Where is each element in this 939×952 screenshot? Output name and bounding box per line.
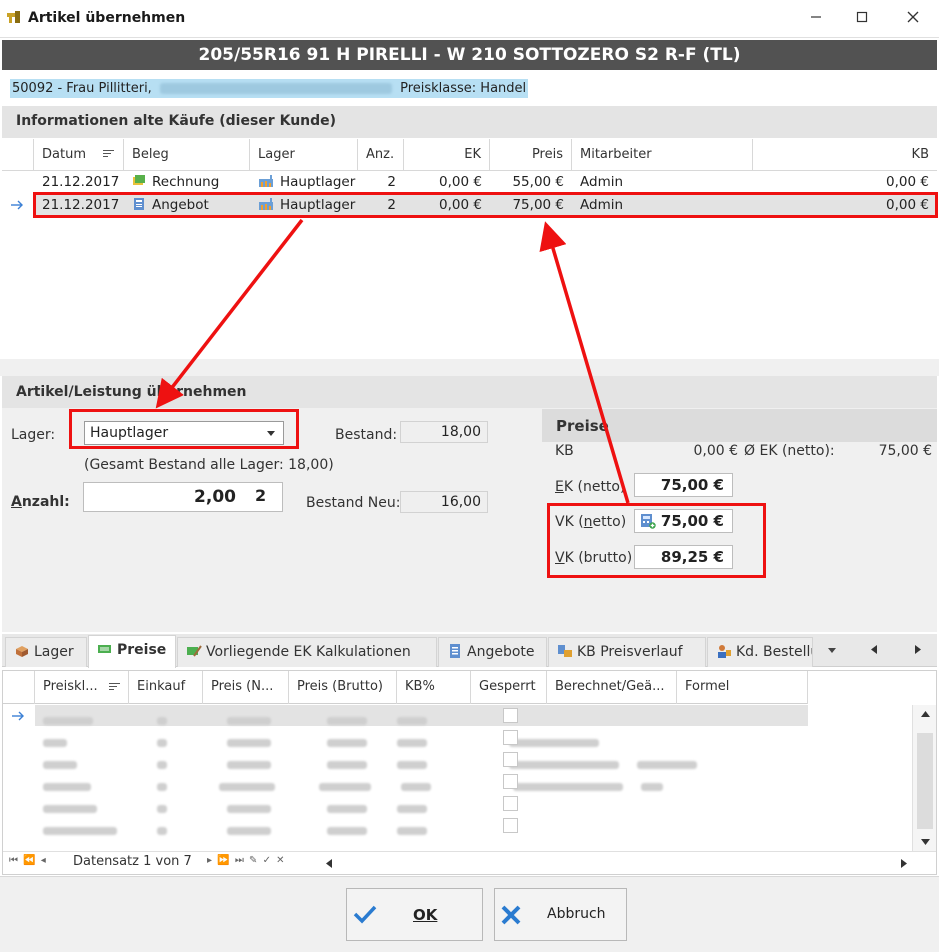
annotation-arrows [155,218,630,504]
arrow-to-price [539,221,630,504]
arrow-to-lager [155,218,304,409]
